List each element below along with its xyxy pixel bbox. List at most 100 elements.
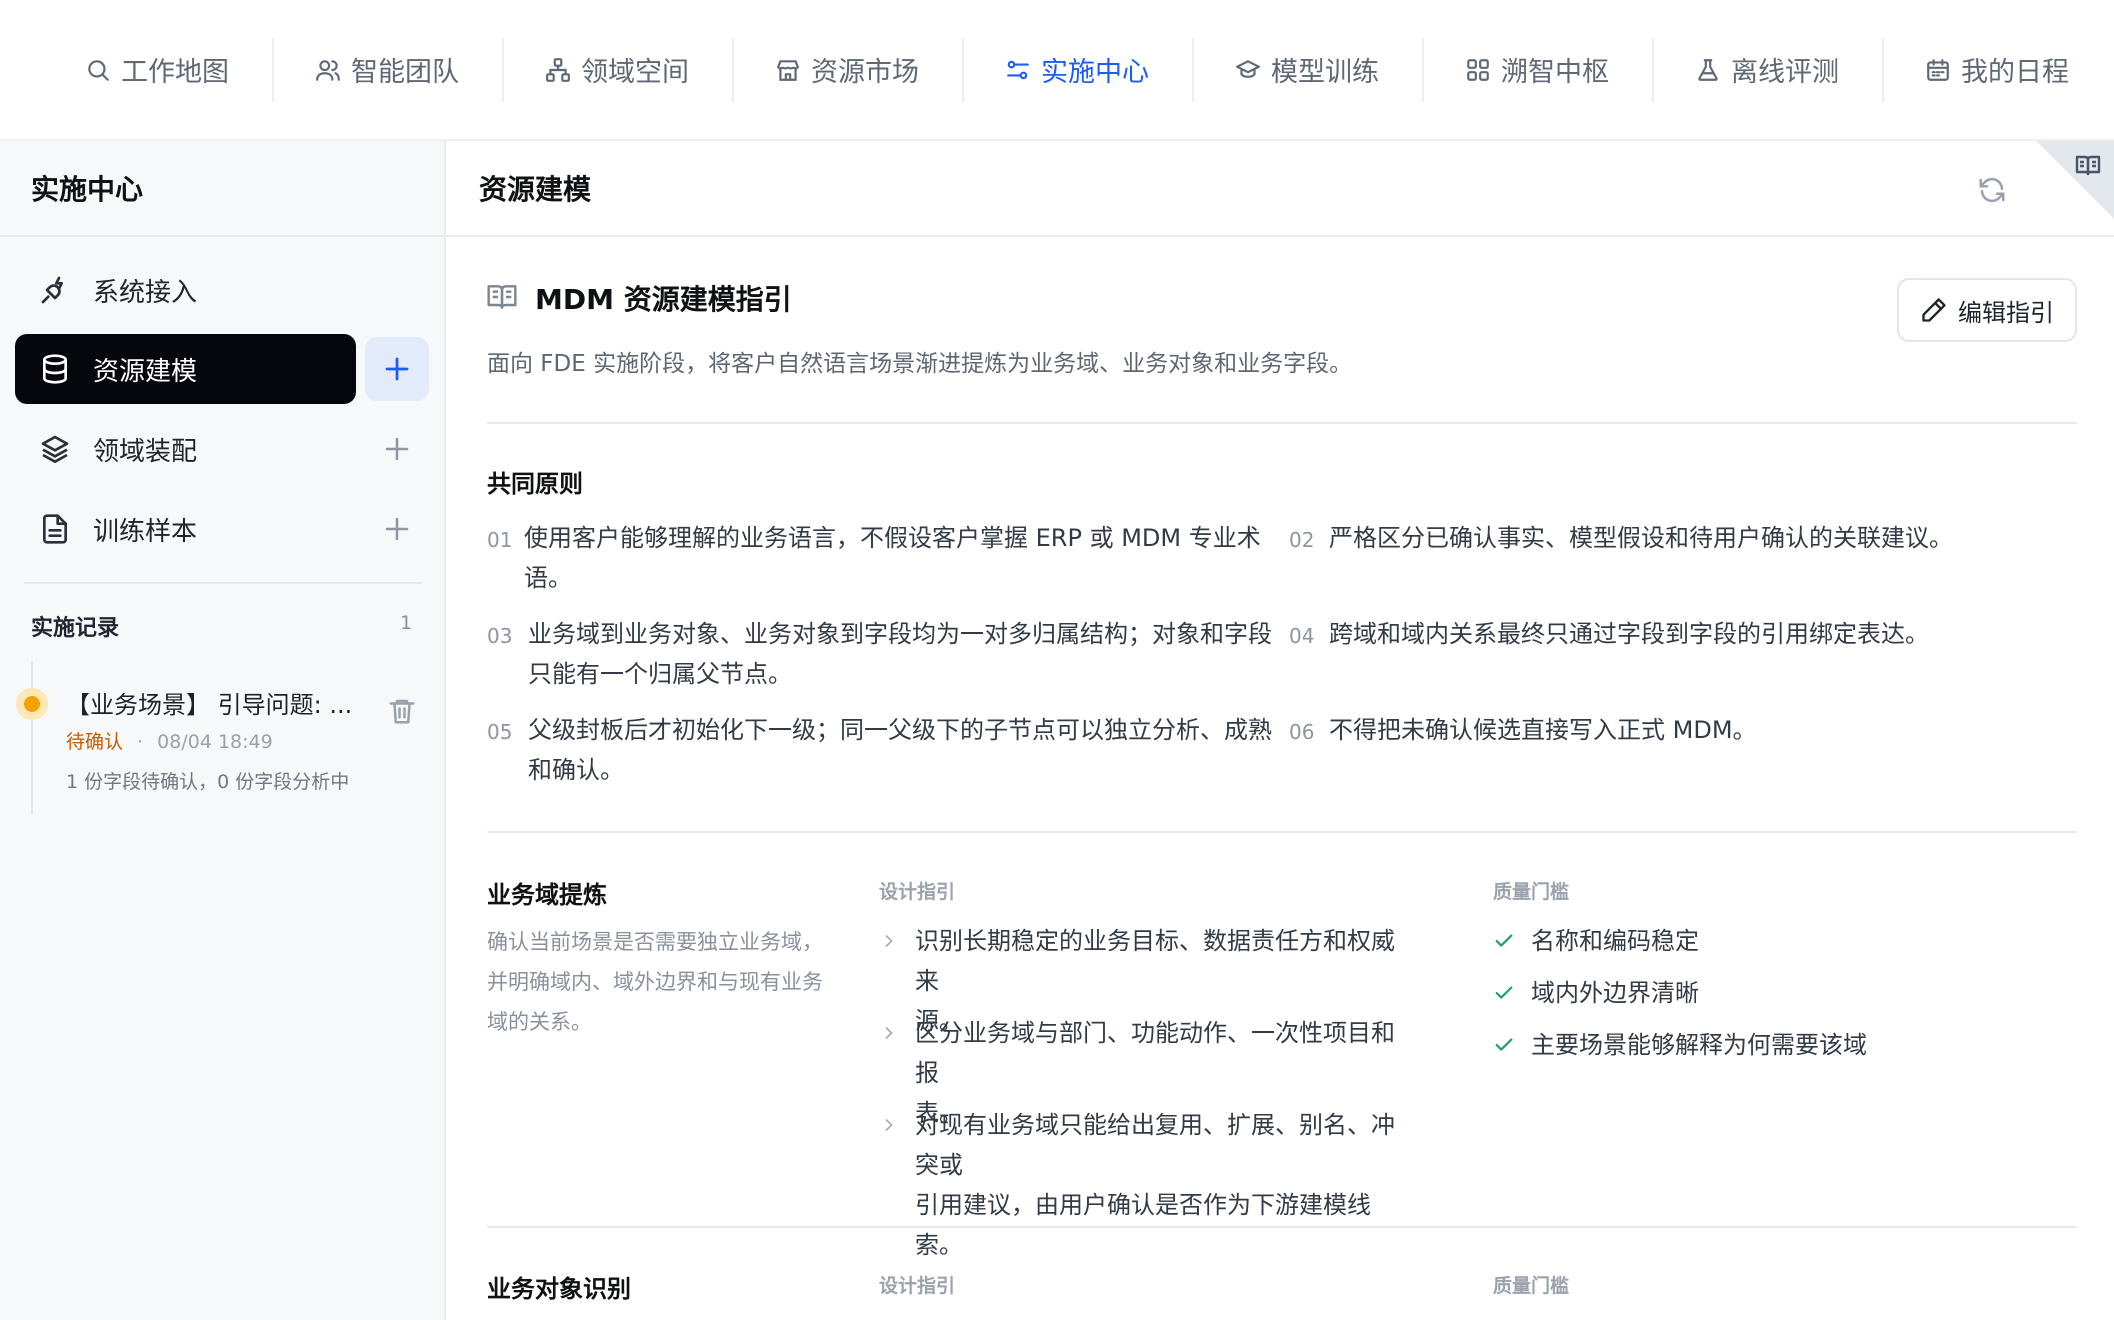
tab-resource-market[interactable]: 资源市场	[732, 37, 962, 102]
principle-text-line: 严格区分已确认事实、模型假设和待用户确认的关联建议。	[1329, 524, 1953, 552]
add-training-sample-button[interactable]	[365, 497, 429, 561]
tab-label: 资源市场	[811, 57, 919, 88]
record-meta: 待确认 · 08/04 18:49	[66, 727, 273, 754]
principle-text-line: 只能有一个归属父节点。	[528, 660, 792, 688]
design-guide-line: 引用建议，由用户确认是否作为下游建模线索。	[915, 1191, 1371, 1259]
guide-subtitle: 面向 FDE 实施阶段，将客户自然语言场景渐进提炼为业务域、业务对象和业务字段。	[487, 351, 1353, 377]
tab-model-training[interactable]: 模型训练	[1192, 37, 1422, 102]
sidebar-item-label: 训练样本	[93, 516, 198, 547]
book-open-icon	[487, 285, 517, 309]
plus-icon	[385, 517, 409, 541]
principle-text-line: 和确认。	[528, 756, 624, 784]
layers-icon	[41, 435, 69, 463]
sidebar-item-system-access[interactable]: 系统接入	[15, 255, 356, 325]
principle-text-line: 业务域到业务对象、业务对象到字段均为一对多归属结构；对象和字段	[528, 620, 1272, 648]
section-divider	[487, 831, 2077, 833]
tab-label: 实施中心	[1041, 57, 1149, 88]
sliders-icon	[1007, 60, 1029, 79]
principle-item: 04 跨域和域内关系最终只通过字段到字段的引用绑定表达。	[1289, 614, 2079, 654]
timeline-line	[31, 661, 33, 811]
guide-title: MDM 资源建模指引	[535, 283, 792, 316]
add-domain-assembly-button[interactable]	[365, 417, 429, 481]
tab-smart-team[interactable]: 智能团队	[272, 37, 502, 102]
plus-icon	[385, 357, 409, 381]
principle-text-line: 不得把未确认候选直接写入正式 MDM。	[1329, 716, 1757, 744]
design-guide-label: 设计指引	[879, 1275, 956, 1297]
principle-number: 03	[487, 624, 513, 648]
sidebar-divider	[24, 582, 422, 584]
quality-gate-item: 域内外边界清晰	[1493, 973, 1699, 1013]
tab-my-schedule[interactable]: 我的日程	[1882, 37, 2112, 102]
check-icon	[1495, 934, 1513, 947]
principle-number: 04	[1289, 624, 1315, 648]
guide-book-corner-icon[interactable]	[2036, 141, 2114, 219]
sidebar: 实施中心 系统接入 资源建模 领域装配 训练样本 实施记录 1 【业务场景】 引…	[0, 141, 446, 1320]
quality-gate-text: 名称和编码稳定	[1531, 927, 1699, 955]
principle-text-line: 跨域和域内关系最终只通过字段到字段的引用绑定表达。	[1329, 620, 1929, 648]
tab-label: 工作地图	[121, 57, 229, 88]
quality-gate-item: 名称和编码稳定	[1493, 921, 1699, 961]
plug-icon	[41, 276, 63, 304]
hierarchy-icon	[546, 57, 570, 82]
domain-description-line: 确认当前场景是否需要独立业务域，	[487, 930, 823, 954]
principle-item: 06 不得把未确认候选直接写入正式 MDM。	[1289, 710, 2079, 750]
graduation-cap-icon	[1236, 59, 1260, 78]
database-icon	[43, 354, 67, 384]
tab-implementation-center[interactable]: 实施中心	[962, 37, 1192, 102]
design-guide-line: 识别长期稳定的业务目标、数据责任方和权威来	[915, 927, 1395, 995]
store-icon	[777, 59, 799, 81]
principle-text-line: 使用客户能够理解的业务语言，不假设客户掌握 ERP 或 MDM 专业术	[524, 524, 1261, 552]
tab-domain-space[interactable]: 领域空间	[502, 37, 732, 102]
status-dot-pending	[16, 688, 48, 720]
status-badge: 待确认	[66, 731, 124, 753]
chevron-right-icon	[885, 1119, 893, 1131]
principle-item: 01 使用客户能够理解的业务语言，不假设客户掌握 ERP 或 MDM 专业术 语…	[487, 518, 1307, 598]
record-name[interactable]: 【业务场景】 引导问题: ...	[66, 685, 352, 720]
quality-gate-label: 质量门槛	[1493, 1275, 1570, 1297]
record-time: 08/04 18:49	[157, 731, 273, 753]
refresh-icon[interactable]	[1977, 175, 2007, 205]
edit-guide-button[interactable]: 编辑指引	[1897, 278, 2077, 342]
sidebar-item-label: 领域装配	[93, 436, 198, 467]
tab-offline-evaluation[interactable]: 离线评测	[1652, 37, 1882, 102]
edit-guide-label: 编辑指引	[1958, 298, 2054, 327]
main-content: 资源建模 MDM 资源建模指引 编辑指引 面向 FDE 实施阶段，将客户自然语言…	[446, 141, 2114, 1320]
design-guide-line: 对现有业务域只能给出复用、扩展、别名、冲突或	[915, 1111, 1395, 1179]
section-divider	[487, 422, 2077, 424]
check-icon	[1495, 986, 1513, 999]
sidebar-item-label: 系统接入	[93, 277, 198, 308]
quality-gate-text: 域内外边界清晰	[1531, 979, 1699, 1007]
principle-item: 02 严格区分已确认事实、模型假设和待用户确认的关联建议。	[1289, 518, 2079, 558]
quality-gate-item: 主要场景能够解释为何需要该域	[1493, 1025, 1867, 1065]
domain-description-line: 并明确域内、域外边界和与现有业务	[487, 970, 823, 994]
sidebar-item-resource-modeling[interactable]: 资源建模	[15, 334, 356, 404]
tab-label: 领域空间	[581, 57, 689, 88]
sidebar-item-domain-assembly[interactable]: 领域装配	[15, 414, 356, 484]
tab-work-map[interactable]: 工作地图	[42, 38, 272, 102]
tab-label: 我的日程	[1961, 57, 2069, 88]
chevron-right-icon	[885, 1027, 893, 1039]
design-guide-line: 区分业务域与部门、功能动作、一次性项目和报	[915, 1019, 1395, 1087]
chevron-right-icon	[885, 935, 893, 947]
check-icon	[1495, 1038, 1513, 1051]
document-icon	[43, 514, 67, 544]
page-header: 资源建模	[446, 141, 2114, 237]
add-resource-modeling-button[interactable]	[365, 337, 429, 401]
top-navigation: 工作地图 智能团队 领域空间 资源市场 实施中心 模型训练 溯智中枢 离线评测 …	[0, 0, 2114, 141]
tab-label: 离线评测	[1731, 57, 1839, 88]
flask-icon	[1698, 58, 1718, 81]
plus-icon	[385, 437, 409, 461]
records-count: 1	[400, 612, 413, 634]
domain-description: 确认当前场景是否需要独立业务域， 并明确域内、域外边界和与现有业务 域的关系。	[487, 922, 857, 1042]
quality-gate-text: 主要场景能够解释为何需要该域	[1531, 1031, 1867, 1059]
principle-number: 01	[487, 528, 513, 552]
trash-icon[interactable]	[387, 696, 417, 726]
sidebar-item-label: 资源建模	[93, 356, 198, 387]
record-desc: 1 份字段待确认，0 份字段分析中	[66, 771, 350, 793]
search-icon	[88, 59, 109, 81]
design-guide-label: 设计指引	[879, 881, 956, 903]
tab-insight-hub[interactable]: 溯智中枢	[1422, 37, 1652, 102]
tab-label: 模型训练	[1271, 57, 1379, 88]
sidebar-item-training-samples[interactable]: 训练样本	[15, 494, 356, 564]
calendar-icon	[1927, 58, 1949, 81]
